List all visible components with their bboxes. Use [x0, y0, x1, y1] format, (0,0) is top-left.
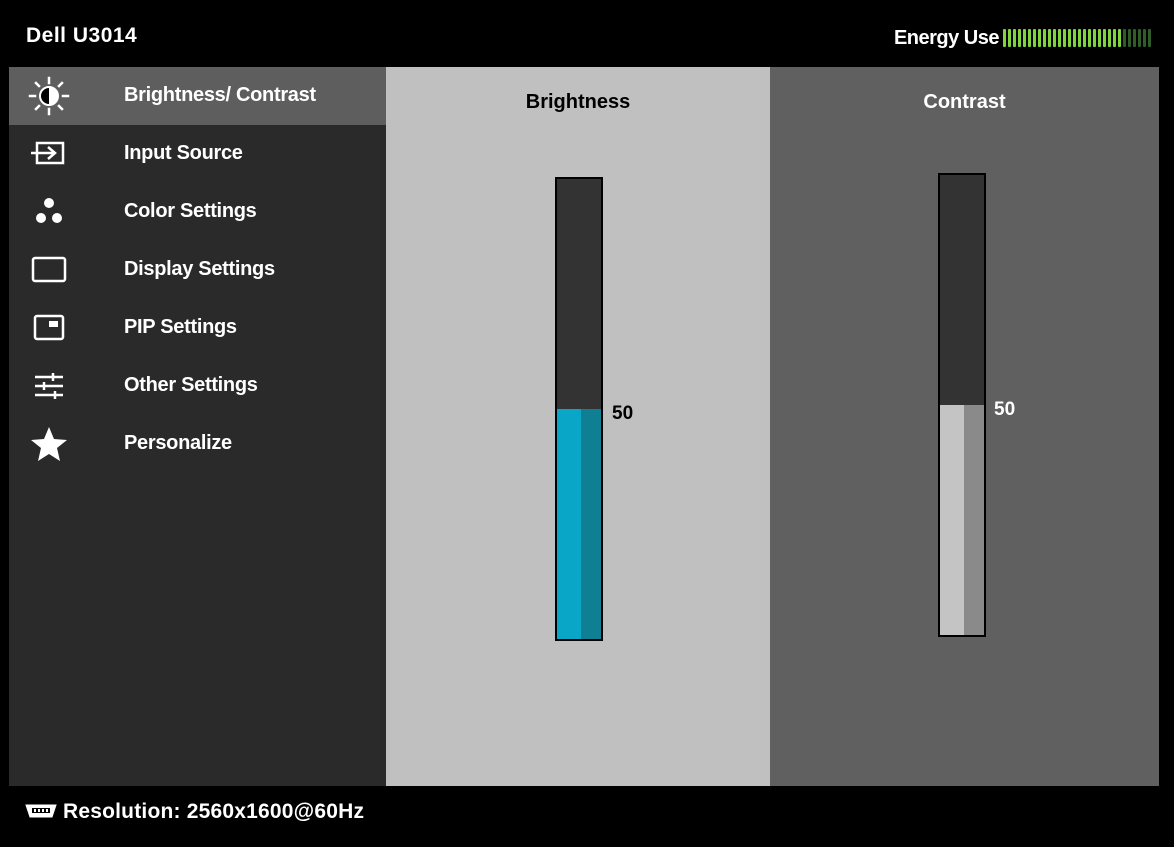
contrast-slider-fill-shade	[964, 405, 984, 635]
energy-meter-segment	[1043, 29, 1046, 47]
energy-meter-segment	[1048, 29, 1051, 47]
menu-item-personalize[interactable]: Personalize	[9, 415, 386, 473]
menu-item-color-settings[interactable]: Color Settings	[9, 183, 386, 241]
osd-window: Dell U3014 Energy Use Brightness/ Contra…	[0, 0, 1174, 847]
brightness-panel: Brightness 50	[386, 67, 770, 786]
contrast-value: 50	[994, 399, 1016, 420]
energy-meter-segment	[1003, 29, 1006, 47]
energy-meter-segment	[1033, 29, 1036, 47]
star-icon	[27, 423, 71, 465]
brightness-title: Brightness	[525, 91, 631, 113]
osd-footer: Resolution: 2560x1600@60Hz	[9, 786, 1159, 838]
energy-meter-segment	[1113, 29, 1116, 47]
energy-meter-segment	[1138, 29, 1141, 47]
video-connector-icon	[23, 802, 59, 820]
energy-meter-segment	[1008, 29, 1011, 47]
contrast-slider[interactable]	[938, 173, 986, 637]
energy-meter-segment	[1028, 29, 1031, 47]
energy-meter-segment	[1063, 29, 1066, 47]
energy-meter-segment	[1108, 29, 1111, 47]
energy-meter-segment	[1018, 29, 1021, 47]
main-menu: Brightness/ Contrast Input Source Color …	[9, 67, 386, 786]
energy-meter-segment	[1088, 29, 1091, 47]
contrast-panel: Contrast 50	[770, 67, 1159, 786]
input-source-icon	[27, 133, 71, 175]
energy-meter-segment	[1023, 29, 1026, 47]
menu-item-label: Color Settings	[124, 200, 257, 222]
energy-meter-segment	[1098, 29, 1101, 47]
menu-item-brightness-contrast[interactable]: Brightness/ Contrast	[9, 67, 386, 125]
menu-item-label: Brightness/ Contrast	[124, 84, 316, 106]
brightness-slider-fill	[557, 409, 601, 639]
energy-use-indicator: Energy Use	[894, 24, 1153, 52]
color-settings-icon	[27, 191, 71, 233]
menu-item-label: Other Settings	[124, 374, 258, 396]
menu-item-other-settings[interactable]: Other Settings	[9, 357, 386, 415]
menu-item-pip-settings[interactable]: PIP Settings	[9, 299, 386, 357]
contrast-title: Contrast	[923, 91, 1006, 113]
pip-settings-icon	[27, 307, 71, 349]
menu-item-input-source[interactable]: Input Source	[9, 125, 386, 183]
energy-meter-segment	[1133, 29, 1136, 47]
energy-meter-segment	[1148, 29, 1151, 47]
brightness-slider-fill-shade	[581, 409, 601, 639]
display-settings-icon	[27, 249, 71, 291]
energy-meter-segment	[1083, 29, 1086, 47]
menu-item-display-settings[interactable]: Display Settings	[9, 241, 386, 299]
energy-use-label: Energy Use	[893, 26, 1000, 49]
energy-meter	[1003, 27, 1153, 49]
energy-meter-segment	[1073, 29, 1076, 47]
menu-item-label: Personalize	[124, 432, 232, 454]
energy-meter-segment	[1123, 29, 1126, 47]
brightness-slider[interactable]	[555, 177, 603, 641]
energy-meter-segment	[1078, 29, 1081, 47]
osd-header: Dell U3014 Energy Use	[9, 9, 1159, 67]
energy-meter-segment	[1068, 29, 1071, 47]
monitor-model-title: Dell U3014	[26, 24, 138, 47]
menu-item-label: PIP Settings	[124, 316, 237, 338]
energy-meter-segment	[1143, 29, 1146, 47]
energy-meter-segment	[1058, 29, 1061, 47]
contrast-slider-fill	[940, 405, 984, 635]
energy-meter-segment	[1103, 29, 1106, 47]
brightness-icon	[27, 75, 71, 117]
energy-meter-segment	[1038, 29, 1041, 47]
other-settings-icon	[27, 365, 71, 407]
energy-meter-segment	[1118, 29, 1121, 47]
menu-item-label: Display Settings	[124, 258, 275, 280]
brightness-value: 50	[612, 403, 634, 424]
energy-meter-segment	[1128, 29, 1131, 47]
energy-meter-segment	[1013, 29, 1016, 47]
energy-meter-segment	[1093, 29, 1096, 47]
menu-item-label: Input Source	[124, 142, 243, 164]
resolution-text: Resolution: 2560x1600@60Hz	[63, 800, 365, 823]
energy-meter-segment	[1053, 29, 1056, 47]
